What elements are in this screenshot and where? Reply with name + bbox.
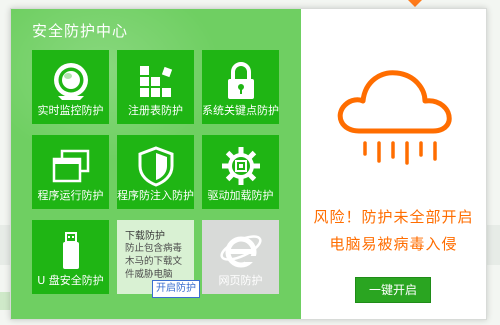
tile-driver-load[interactable]: 驱动加载防护: [202, 135, 279, 209]
lock-icon: [227, 62, 254, 99]
popup-pointer: [408, 0, 422, 7]
risk-detail-text: 电脑易被病毒入侵: [329, 235, 458, 253]
shield-icon: [138, 146, 173, 187]
risk-warning-text: 风险！防护未全部开启: [313, 208, 474, 226]
registry-blocks-icon: [139, 66, 172, 97]
tile-program-run[interactable]: 程序运行防护: [32, 135, 109, 209]
monitor-eye-icon: [53, 63, 88, 100]
rain-cloud-icon: [337, 70, 452, 165]
tile-label: 实时监控防护: [37, 104, 104, 117]
tile-web-protection[interactable]: 网页防护: [202, 220, 279, 294]
status-area: 风险！防护未全部开启 电脑易被病毒入侵 一键开启: [301, 9, 486, 319]
enable-protection-button[interactable]: 开启防护: [152, 280, 200, 298]
download-protection-card: 下载防护 防止包含病毒木马的下载文件威胁电脑 开启防护: [117, 220, 200, 298]
tile-label: U 盘安全防护: [37, 274, 104, 287]
protection-grid-area: 安全防护中心 实时监控防护 注册表防护 系统关键点防护 程序运行防护 程序防注入…: [11, 9, 301, 319]
tile-anti-injection[interactable]: 程序防注入防护: [117, 135, 194, 209]
windows-icon: [52, 149, 89, 183]
tile-usb-protection[interactable]: U 盘安全防护: [32, 220, 109, 294]
download-protection-title: 下载防护: [125, 231, 165, 242]
panel-title: 安全防护中心: [32, 22, 129, 40]
browser-e-icon: [219, 235, 262, 268]
usb-drive-icon: [62, 232, 79, 269]
tile-realtime-monitor[interactable]: 实时监控防护: [32, 50, 109, 124]
tile-label: 注册表防护: [128, 104, 183, 117]
tile-registry[interactable]: 注册表防护: [117, 50, 194, 124]
tile-label: 网页防护: [218, 274, 263, 287]
tile-label: 系统关键点防护: [202, 104, 279, 117]
gear-icon: [221, 147, 260, 185]
one-click-enable-button[interactable]: 一键开启: [355, 277, 431, 303]
tile-label: 驱动加载防护: [207, 189, 274, 202]
tile-label: 程序运行防护: [37, 189, 104, 202]
download-protection-description: 防止包含病毒木马的下载文件威胁电脑: [125, 243, 183, 280]
tile-system-keypoint[interactable]: 系统关键点防护: [202, 50, 279, 124]
security-center-panel: 安全防护中心 实时监控防护 注册表防护 系统关键点防护 程序运行防护 程序防注入…: [10, 8, 487, 320]
tile-label: 程序防注入防护: [117, 189, 194, 202]
